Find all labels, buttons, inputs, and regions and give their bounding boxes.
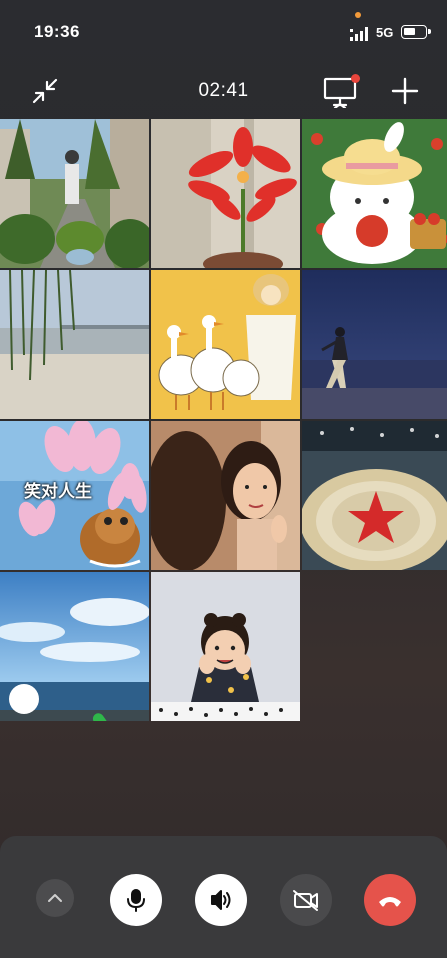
call-duration: 02:41 <box>198 80 249 101</box>
screen-share-button[interactable] <box>322 74 360 110</box>
video-tile-participant-3[interactable] <box>302 119 447 268</box>
camera-off-icon <box>293 890 318 911</box>
add-participant-button[interactable] <box>390 76 420 106</box>
status-time: 19:36 <box>34 22 80 41</box>
video-tile-participant-5[interactable] <box>151 270 300 419</box>
video-tile-participant-8[interactable] <box>151 421 300 570</box>
video-caption: 笑对人生 <box>24 482 92 501</box>
notification-dot <box>351 74 360 83</box>
camera-off-button[interactable] <box>280 874 332 926</box>
video-tile-participant-6[interactable] <box>302 270 447 419</box>
hang-up-button[interactable] <box>364 874 416 926</box>
video-tile-participant-2[interactable] <box>151 119 300 268</box>
status-bar: 19:36 5G <box>0 0 447 62</box>
battery-icon <box>401 25 431 39</box>
video-tile-participant-9[interactable] <box>302 421 447 570</box>
add-participant-icon <box>391 77 419 105</box>
speaker-button[interactable] <box>195 874 247 926</box>
hang-up-icon <box>379 897 401 907</box>
signal-icon <box>350 27 368 41</box>
chevron-up-icon <box>48 894 62 902</box>
video-tile-participant-1[interactable] <box>0 119 149 268</box>
microphone-button[interactable] <box>110 874 162 926</box>
privacy-indicator-dot <box>355 12 361 18</box>
expand-button[interactable] <box>36 879 74 917</box>
speaker-icon <box>211 890 231 910</box>
network-type: 5G <box>376 25 394 40</box>
video-tile-participant-4[interactable] <box>0 270 149 419</box>
speaking-indicator <box>9 684 107 721</box>
sound-wave-icon <box>92 713 107 721</box>
video-tile-participant-7[interactable]: 笑对人生 <box>0 421 149 570</box>
microphone-icon <box>127 889 145 912</box>
call-top-bar: 02:41 <box>0 62 447 118</box>
video-tile-participant-11[interactable] <box>151 572 300 721</box>
video-tile-participant-10[interactable] <box>0 572 149 721</box>
call-controls-panel <box>0 836 447 958</box>
